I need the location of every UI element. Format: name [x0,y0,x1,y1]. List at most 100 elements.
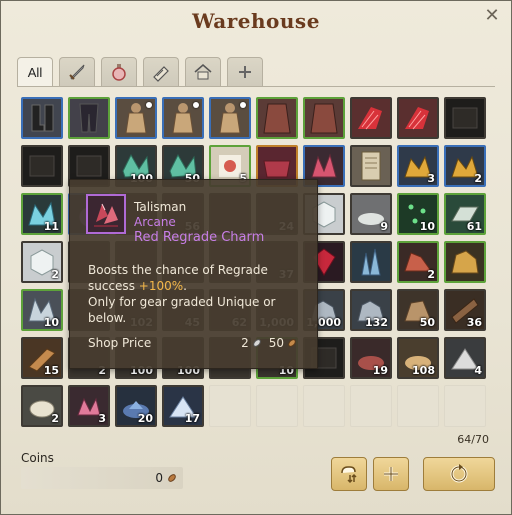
slot-count: 64/70 [457,433,489,446]
silver-coin-icon [252,339,261,347]
price-copper: 50 [268,336,284,350]
empty-slot[interactable] [444,385,486,427]
item-quantity: 50 [419,316,435,329]
wings-icon [352,99,390,137]
item-slot[interactable]: 108 [397,337,439,379]
darkbox-icon [23,147,61,185]
sort-icon [341,466,357,484]
empty-slot[interactable] [209,385,251,427]
darkbox-icon [446,99,484,137]
plus-icon [239,66,251,78]
expand-button[interactable] [373,457,409,491]
item-slot[interactable] [397,97,439,139]
item-slot[interactable]: 15 [21,337,63,379]
item-slot[interactable]: 10 [21,289,63,331]
tab-weapons[interactable] [59,57,95,86]
item-slot[interactable] [350,241,392,283]
tooltip-desc-highlight: +100% [138,279,184,293]
tooltip-item-name: Red Regrade Charm [134,230,265,245]
item-slot[interactable]: 9 [350,193,392,235]
bluecrystal-icon [352,243,390,281]
pants-icon [70,99,108,137]
goldstone-icon [446,243,484,281]
potion-icon [112,64,126,81]
item-slot[interactable] [444,241,486,283]
item-slot[interactable]: 11 [21,193,63,235]
item-slot[interactable] [21,97,63,139]
tooltip-item-grade: Arcane [134,215,176,229]
item-slot[interactable]: 3 [397,145,439,187]
item-slot[interactable]: 3 [68,385,110,427]
item-quantity: 2 [51,412,59,425]
item-slot[interactable]: 19 [350,337,392,379]
item-slot[interactable]: 2 [21,241,63,283]
item-quantity: 15 [43,364,59,377]
item-slot[interactable]: 2 [397,241,439,283]
coins-field: 0 [21,467,183,489]
item-quantity: 2 [51,268,59,281]
item-quantity: 17 [184,412,200,425]
tab-consumables[interactable] [101,57,137,86]
scroll-icon [153,66,169,82]
item-slot[interactable] [21,145,63,187]
item-slot[interactable]: 132 [350,289,392,331]
item-slot[interactable] [162,97,204,139]
empty-slot[interactable] [303,385,345,427]
item-quantity: 3 [98,412,106,425]
shop-price: 2 50 [241,336,297,350]
item-quantity: 9 [380,220,388,233]
price-silver: 2 [241,336,249,350]
tab-materials[interactable] [143,57,179,86]
tab-all-label: All [27,65,43,80]
house-icon [194,64,212,80]
item-slot[interactable] [256,97,298,139]
boots-icon [23,99,61,137]
empty-slot[interactable] [350,385,392,427]
item-slot[interactable]: 4 [444,337,486,379]
refresh-icon [450,464,468,483]
item-slot[interactable] [115,97,157,139]
tooltip-desc-line2: Only for gear graded Unique or below. [88,295,276,325]
new-item-dot [240,102,246,108]
item-slot[interactable]: 61 [444,193,486,235]
item-slot[interactable]: 2 [21,385,63,427]
item-slot[interactable] [444,97,486,139]
item-quantity: 19 [372,364,388,377]
window-title: Warehouse [192,9,320,33]
plus-icon [384,467,398,481]
item-slot[interactable]: 10 [397,193,439,235]
item-quantity: 20 [137,412,153,425]
tooltip-item-icon [86,194,126,234]
shop-price-label: Shop Price [88,336,152,350]
item-quantity: 108 [412,364,435,377]
item-slot[interactable] [68,97,110,139]
sort-button[interactable] [331,457,367,491]
item-slot[interactable]: 2 [444,145,486,187]
item-quantity: 3 [427,172,435,185]
sword-icon [69,64,85,80]
tab-all[interactable]: All [17,57,53,87]
new-item-dot [193,102,199,108]
item-quantity: 11 [43,220,59,233]
new-item-dot [146,102,152,108]
close-icon[interactable]: ✕ [483,7,501,25]
refresh-button[interactable] [423,457,495,491]
item-slot[interactable]: 17 [162,385,204,427]
item-slot[interactable]: 36 [444,289,486,331]
item-quantity: 4 [474,364,482,377]
item-slot[interactable] [303,97,345,139]
tab-misc[interactable] [227,57,263,86]
empty-slot[interactable] [397,385,439,427]
item-slot[interactable] [209,97,251,139]
item-slot[interactable]: 20 [115,385,157,427]
item-quantity: 61 [466,220,482,233]
item-tooltip: Talisman Arcane Red Regrade Charm Boosts… [69,179,318,369]
copper-coin-icon [288,339,296,347]
tab-housing[interactable] [185,57,221,86]
item-slot[interactable] [350,145,392,187]
cloak-icon [305,99,343,137]
warehouse-window: Warehouse ✕ All 100505321156249106123721… [0,0,512,515]
item-slot[interactable]: 50 [397,289,439,331]
empty-slot[interactable] [256,385,298,427]
item-slot[interactable] [350,97,392,139]
